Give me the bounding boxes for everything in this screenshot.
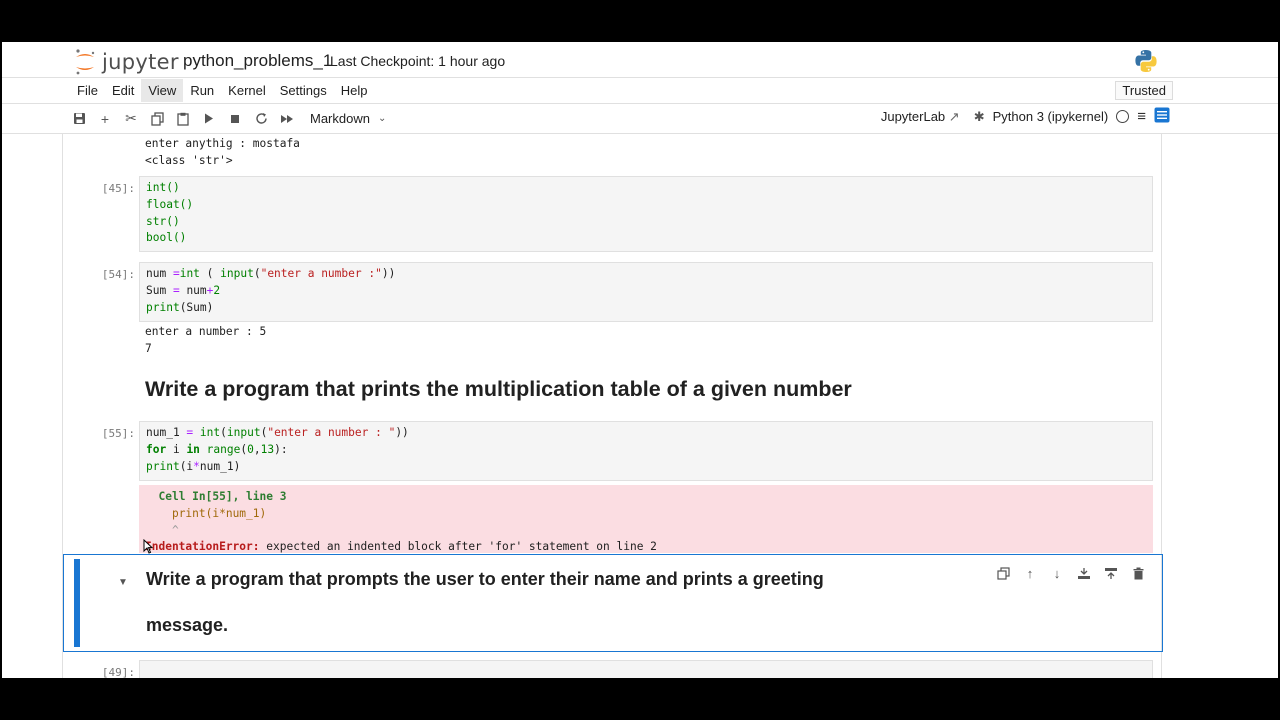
property-inspector-icon[interactable] — [1154, 107, 1170, 126]
cell-selection-bar[interactable] — [74, 559, 80, 647]
interrupt-button[interactable] — [222, 107, 248, 131]
trash-icon — [1133, 567, 1143, 579]
run-button[interactable] — [196, 107, 222, 131]
collapse-chevron-icon[interactable]: ▼ — [118, 577, 128, 588]
markdown-heading-continued: message. — [146, 615, 229, 635]
menu-lines-icon[interactable]: ≡ — [1137, 108, 1146, 125]
checkpoint-status: Last Checkpoint: 1 hour ago — [330, 53, 506, 69]
trusted-indicator[interactable]: Trusted — [1115, 81, 1173, 100]
chevron-down-icon: ⌄ — [377, 113, 387, 124]
stop-icon — [231, 114, 239, 123]
selected-markdown-cell[interactable]: ▼ Write a program that prompts the user … — [63, 554, 1163, 652]
cell-toolbar: ↑ ↓ — [993, 563, 1148, 583]
duplicate-cell-button[interactable] — [993, 563, 1013, 583]
cell-prompt: [45]: — [101, 182, 135, 195]
save-icon — [73, 113, 85, 124]
error-caret: ^ — [171, 523, 179, 537]
notebook-toolbar: + ✂ Markdown ⌄ JupyterLab ↗ ✱ Python 3 (… — [2, 104, 1278, 134]
move-down-button[interactable]: ↓ — [1047, 563, 1067, 583]
copy-button[interactable] — [144, 107, 170, 131]
cell-prompt: [55]: — [101, 427, 135, 440]
code-cell-49[interactable] — [139, 660, 1153, 678]
jupyter-window: jupyter python_problems_1 Last Checkpoin… — [2, 42, 1278, 678]
scissors-icon: ✂ — [125, 110, 137, 126]
insert-above-button[interactable] — [1074, 563, 1094, 583]
code-cell-55[interactable]: num_1 = int(input("enter a number : ")) … — [139, 421, 1153, 481]
jupyter-logo[interactable]: jupyter — [74, 48, 179, 76]
top-header: jupyter python_problems_1 Last Checkpoin… — [2, 42, 1278, 78]
code-line: float() — [146, 197, 194, 211]
move-up-button[interactable]: ↑ — [1020, 563, 1040, 583]
fast-forward-icon — [281, 114, 293, 123]
insert-below-icon — [1105, 567, 1117, 579]
play-icon — [205, 113, 213, 124]
cell-type-value: Markdown — [310, 111, 370, 126]
code-line: str() — [146, 214, 180, 228]
insert-below-button[interactable] — [1101, 563, 1121, 583]
add-cell-button[interactable]: + — [92, 107, 118, 131]
open-jupyterlab-link[interactable]: JupyterLab ↗ — [881, 109, 960, 125]
cell-output: enter a number : 5 7 — [145, 325, 267, 355]
kernel-name[interactable]: Python 3 (ipykernel) — [993, 109, 1109, 124]
cell-prompt: [49]: — [101, 666, 135, 678]
menu-kernel[interactable]: Kernel — [221, 79, 273, 102]
markdown-heading: Write a program that prompts the user to… — [146, 569, 824, 589]
kernel-status-icon — [1116, 110, 1130, 123]
notebook-title[interactable]: python_problems_1 — [183, 51, 332, 71]
debugger-icon[interactable]: ✱ — [974, 109, 985, 125]
delete-cell-button[interactable] — [1128, 563, 1148, 583]
error-name: IndentationError: — [145, 540, 260, 554]
refresh-icon — [255, 113, 267, 124]
insert-above-icon — [1078, 567, 1090, 579]
notebook-area[interactable]: enter anythig : mostafa <class 'str'> [4… — [2, 134, 1278, 678]
copy-icon — [150, 111, 164, 126]
paste-button[interactable] — [170, 107, 196, 131]
plus-icon: + — [100, 110, 110, 127]
arrow-down-icon: ↓ — [1053, 565, 1061, 581]
error-message: expected an indented block after 'for' s… — [259, 540, 657, 554]
duplicate-icon — [996, 566, 1010, 580]
cell-type-select[interactable]: Markdown ⌄ — [310, 111, 386, 126]
python-logo-icon — [1134, 49, 1158, 78]
restart-button[interactable] — [248, 107, 274, 131]
jupyterlab-label: JupyterLab — [880, 108, 946, 124]
menu-view[interactable]: View — [141, 79, 184, 102]
arrow-up-icon: ↑ — [1026, 565, 1034, 581]
menu-run[interactable]: Run — [183, 79, 221, 102]
run-all-button[interactable] — [274, 107, 300, 131]
jupyter-logo-icon — [76, 49, 95, 75]
clipboard-icon — [177, 112, 189, 126]
menu-file[interactable]: File — [70, 79, 105, 102]
code-cell-54[interactable]: num =int ( input("enter a number :")) Su… — [139, 262, 1153, 322]
cell-prompt: [54]: — [101, 268, 135, 281]
code-cell-45[interactable]: int() float() str() bool() — [139, 176, 1153, 252]
mouse-cursor-icon — [143, 539, 153, 554]
markdown-heading[interactable]: Write a program that prints the multipli… — [145, 377, 852, 402]
menu-settings[interactable]: Settings — [273, 79, 334, 102]
error-cell-ref: Cell In[55], line 3 — [158, 490, 287, 503]
code-line: bool() — [146, 231, 187, 245]
menu-bar: File Edit View Run Kernel Settings Help … — [2, 78, 1278, 104]
save-button[interactable] — [66, 107, 92, 131]
notebook-panel: enter anythig : mostafa <class 'str'> [4… — [62, 134, 1163, 678]
toolbar-right: JupyterLab ↗ ✱ Python 3 (ipykernel) ≡ — [881, 107, 1170, 126]
error-source-line: print(i*num_1) — [171, 506, 267, 520]
cell-output: enter anythig : mostafa <class 'str'> — [145, 137, 300, 167]
error-output: Cell In[55], line 3 print(i*num_1) ^ Ind… — [139, 485, 1153, 553]
menu-help[interactable]: Help — [334, 79, 375, 102]
jupyter-wordmark: jupyter — [102, 50, 179, 74]
code-line: int() — [146, 181, 180, 194]
external-link-icon: ↗ — [948, 108, 960, 124]
cut-button[interactable]: ✂ — [118, 107, 144, 131]
menu-edit[interactable]: Edit — [105, 79, 141, 102]
